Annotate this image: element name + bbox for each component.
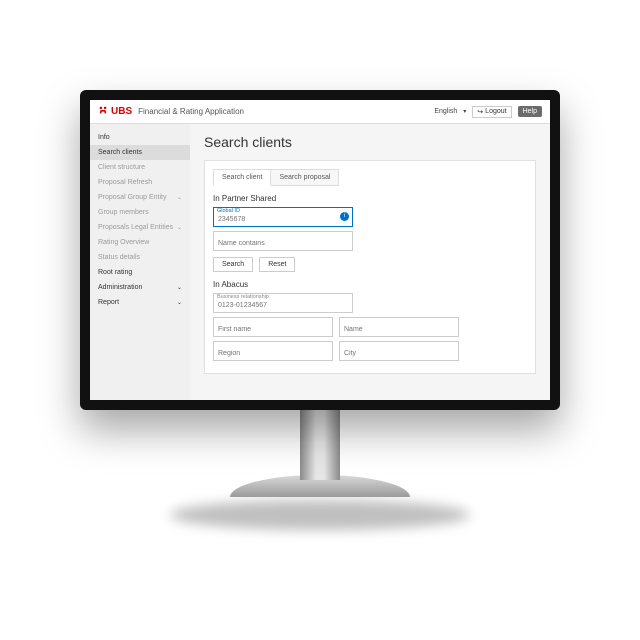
logout-icon: ↪ [477, 108, 483, 116]
header-actions: English ▾ ↪ Logout Help [434, 106, 542, 118]
sidebar-item-2: Client structure [90, 160, 190, 175]
sidebar-item-label: Proposals Legal Entities [98, 224, 173, 231]
chevron-down-icon: ▾ [463, 108, 466, 115]
chevron-down-icon: ⌄ [177, 194, 182, 201]
city-field[interactable] [339, 341, 459, 361]
sidebar-item-label: Search clients [98, 149, 142, 156]
info-icon[interactable]: i [340, 212, 349, 221]
name-contains-input[interactable] [213, 231, 353, 251]
sidebar-item-label: Proposal Refresh [98, 179, 152, 186]
city-input[interactable] [339, 341, 459, 361]
sidebar-item-label: Info [98, 134, 110, 141]
first-name-field[interactable] [213, 317, 333, 337]
help-button[interactable]: Help [518, 106, 542, 117]
sidebar-item-label: Rating Overview [98, 239, 149, 246]
reset-button[interactable]: Reset [259, 257, 295, 272]
main-content: Search clients Search clientSearch propo… [190, 124, 550, 400]
sidebar-item-4: Proposal Group Entity ⌄ [90, 190, 190, 205]
logout-label: Logout [485, 108, 506, 115]
sidebar-item-label: Root rating [98, 269, 132, 276]
search-actions: Search Reset [213, 257, 527, 272]
first-name-input[interactable] [213, 317, 333, 337]
sidebar-item-label: Status details [98, 254, 140, 261]
sidebar-item-6: Proposals Legal Entities ⌄ [90, 220, 190, 235]
chevron-down-icon: ⌄ [177, 284, 182, 291]
name-input[interactable] [339, 317, 459, 337]
sidebar-item-3: Proposal Refresh [90, 175, 190, 190]
brand: UBS Financial & Rating Application [98, 105, 244, 118]
search-card: Search clientSearch proposal In Partner … [204, 160, 536, 374]
sidebar-item-5: Group members [90, 205, 190, 220]
tab-1[interactable]: Search proposal [271, 169, 339, 186]
sidebar-item-7: Rating Overview [90, 235, 190, 250]
sidebar: Info Search clients Client structure Propos… [90, 124, 190, 400]
region-input[interactable] [213, 341, 333, 361]
business-relationship-input[interactable] [213, 293, 353, 313]
abacus-heading: In Abacus [213, 280, 527, 289]
search-button[interactable]: Search [213, 257, 253, 272]
tabs: Search clientSearch proposal [213, 169, 527, 186]
header: UBS Financial & Rating Application Engli… [90, 100, 550, 124]
sidebar-item-10[interactable]: Administration ⌄ [90, 280, 190, 295]
ubs-logo: UBS [98, 105, 132, 118]
brand-text: UBS [111, 106, 132, 117]
sidebar-item-label: Client structure [98, 164, 145, 171]
sidebar-item-label: Report [98, 299, 119, 306]
tab-0[interactable]: Search client [213, 169, 271, 186]
app-screen: UBS Financial & Rating Application Engli… [90, 100, 550, 400]
sidebar-item-8: Status details [90, 250, 190, 265]
sidebar-item-label: Administration [98, 284, 142, 291]
sidebar-item-label: Proposal Group Entity [98, 194, 166, 201]
page-title: Search clients [204, 134, 536, 150]
partner-shared-heading: In Partner Shared [213, 194, 527, 203]
logout-button[interactable]: ↪ Logout [472, 106, 511, 118]
global-id-field[interactable]: Global ID i [213, 207, 353, 227]
region-field[interactable] [213, 341, 333, 361]
name-contains-field[interactable] [213, 231, 353, 251]
language-selector[interactable]: English [434, 108, 457, 115]
sidebar-item-1[interactable]: Search clients [90, 145, 190, 160]
app-title: Financial & Rating Application [138, 107, 244, 116]
sidebar-item-0[interactable]: Info [90, 130, 190, 145]
sidebar-item-label: Group members [98, 209, 149, 216]
name-field[interactable] [339, 317, 459, 337]
sidebar-item-9[interactable]: Root rating [90, 265, 190, 280]
global-id-input[interactable] [213, 207, 353, 227]
chevron-down-icon: ⌄ [177, 299, 182, 306]
ubs-keys-icon [98, 105, 108, 118]
sidebar-item-11[interactable]: Report ⌄ [90, 295, 190, 310]
chevron-down-icon: ⌄ [177, 224, 182, 231]
business-relationship-field[interactable]: Business relationship [213, 293, 353, 313]
